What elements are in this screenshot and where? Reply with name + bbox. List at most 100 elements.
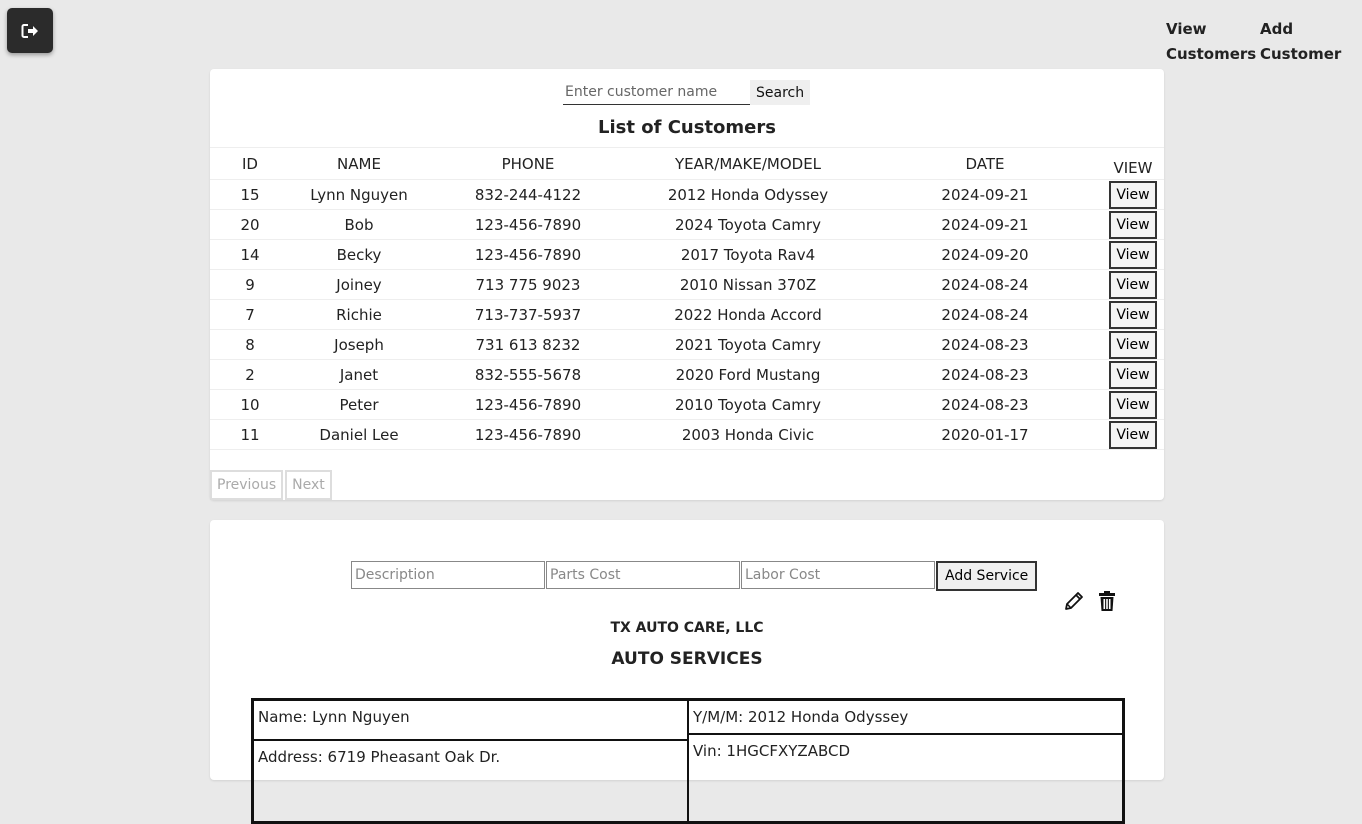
cell-name: Daniel Lee: [290, 419, 428, 450]
cell-view: View: [1102, 419, 1164, 450]
table-header-row: ID NAME PHONE YEAR/MAKE/MODEL DATE VIEW: [210, 147, 1164, 180]
cell-date: 2024-08-24: [868, 299, 1102, 330]
cell-view: View: [1102, 359, 1164, 390]
view-button[interactable]: View: [1109, 361, 1157, 389]
info-col-left: Name: Lynn Nguyen Address: 6719 Pheasant…: [254, 701, 689, 821]
customer-info-box: Name: Lynn Nguyen Address: 6719 Pheasant…: [251, 698, 1125, 824]
table-body: 15 Lynn Nguyen 832-244-4122 2012 Honda Odys…: [210, 179, 1164, 450]
search-input[interactable]: [563, 80, 750, 105]
next-button[interactable]: Next: [285, 470, 332, 500]
nav-view-customers-line1: View: [1166, 20, 1207, 38]
service-form: Add Service: [351, 561, 1038, 591]
logout-button[interactable]: [7, 8, 53, 53]
info-name: Name: Lynn Nguyen: [254, 701, 687, 741]
description-input[interactable]: [351, 561, 545, 589]
cell-id: 9: [210, 269, 290, 300]
view-button[interactable]: View: [1109, 301, 1157, 329]
cell-id: 15: [210, 179, 290, 210]
view-button[interactable]: View: [1109, 211, 1157, 239]
customer-table: ID NAME PHONE YEAR/MAKE/MODEL DATE VIEW …: [210, 147, 1164, 450]
nav-add-customer[interactable]: Add Customer: [1260, 17, 1342, 67]
cell-date: 2024-09-20: [868, 239, 1102, 270]
cell-view: View: [1102, 299, 1164, 330]
header-vehicle: YEAR/MAKE/MODEL: [628, 147, 868, 180]
cell-date: 2024-08-23: [868, 329, 1102, 360]
parts-cost-input[interactable]: [546, 561, 740, 589]
cell-id: 8: [210, 329, 290, 360]
table-row: 14 Becky 123-456-7890 2017 Toyota Rav4 2024-…: [210, 239, 1164, 270]
table-row: 15 Lynn Nguyen 832-244-4122 2012 Honda Odys…: [210, 179, 1164, 210]
cell-date: 2020-01-17: [868, 419, 1102, 450]
cell-date: 2024-09-21: [868, 209, 1102, 240]
cell-view: View: [1102, 209, 1164, 240]
delete-button[interactable]: [1097, 590, 1121, 614]
search-bar: Search: [563, 80, 811, 105]
header-view: VIEW: [1102, 147, 1164, 180]
cell-id: 11: [210, 419, 290, 450]
cell-date: 2024-09-21: [868, 179, 1102, 210]
nav-view-customers-line2: Customers: [1166, 45, 1257, 63]
company-name: TX AUTO CARE, LLC: [610, 620, 764, 636]
cell-phone: 832-555-5678: [428, 359, 628, 390]
info-ymm: Y/M/M: 2012 Honda Odyssey: [689, 701, 1122, 735]
logout-icon: [21, 23, 38, 38]
table-row: 9 Joiney 713 775 9023 2010 Nissan 370Z 2024-…: [210, 269, 1164, 300]
header-date: DATE: [868, 147, 1102, 180]
cell-vehicle: 2010 Toyota Camry: [628, 389, 868, 420]
view-button[interactable]: View: [1109, 391, 1157, 419]
cell-name: Bob: [290, 209, 428, 240]
trash-icon: [1099, 591, 1115, 611]
cell-name: Becky: [290, 239, 428, 270]
cell-date: 2024-08-24: [868, 269, 1102, 300]
cell-view: View: [1102, 389, 1164, 420]
table-row: 8 Joseph 731 613 8232 2021 Toyota Camry 2024…: [210, 329, 1164, 360]
header-id: ID: [210, 147, 290, 180]
customer-list-card: Search List of Customers ID NAME PHONE Y…: [210, 69, 1164, 500]
pagination: Previous Next: [210, 470, 332, 500]
nav-view-customers[interactable]: View Customers: [1166, 17, 1257, 67]
view-button[interactable]: View: [1109, 331, 1157, 359]
cell-name: Joiney: [290, 269, 428, 300]
table-row: 7 Richie 713-737-5937 2022 Honda Accord 2024…: [210, 299, 1164, 330]
cell-vehicle: 2003 Honda Civic: [628, 419, 868, 450]
view-button[interactable]: View: [1109, 421, 1157, 449]
cell-vehicle: 2010 Nissan 370Z: [628, 269, 868, 300]
cell-phone: 123-456-7890: [428, 389, 628, 420]
view-button[interactable]: View: [1109, 271, 1157, 299]
cell-phone: 123-456-7890: [428, 239, 628, 270]
cell-phone: 731 613 8232: [428, 329, 628, 360]
table-row: 10 Peter 123-456-7890 2010 Toyota Camry 2024…: [210, 389, 1164, 420]
search-button[interactable]: Search: [750, 80, 811, 105]
pencil-icon: [1065, 592, 1083, 610]
cell-name: Janet: [290, 359, 428, 390]
cell-name: Peter: [290, 389, 428, 420]
cell-vehicle: 2024 Toyota Camry: [628, 209, 868, 240]
cell-name: Joseph: [290, 329, 428, 360]
header-name: NAME: [290, 147, 428, 180]
top-nav: View Customers Add Customer: [1166, 17, 1342, 67]
service-card: Add Service TX AUTO CARE, LLC AUTO SERVI…: [210, 520, 1164, 824]
info-address: Address: 6719 Pheasant Oak Dr.: [258, 748, 501, 766]
previous-button[interactable]: Previous: [210, 470, 284, 500]
cell-vehicle: 2022 Honda Accord: [628, 299, 868, 330]
cell-name: Richie: [290, 299, 428, 330]
labor-cost-input[interactable]: [741, 561, 935, 589]
edit-button[interactable]: [1063, 590, 1087, 614]
header-phone: PHONE: [428, 147, 628, 180]
cell-date: 2024-08-23: [868, 359, 1102, 390]
cell-phone: 123-456-7890: [428, 209, 628, 240]
view-button[interactable]: View: [1109, 241, 1157, 269]
cell-view: View: [1102, 329, 1164, 360]
table-row: 2 Janet 832-555-5678 2020 Ford Mustang 2024-…: [210, 359, 1164, 390]
cell-phone: 713 775 9023: [428, 269, 628, 300]
cell-id: 20: [210, 209, 290, 240]
services-title: AUTO SERVICES: [611, 649, 763, 669]
info-col-right: Y/M/M: 2012 Honda Odyssey Vin: 1HGCFXYZA…: [689, 701, 1122, 821]
table-row: 11 Daniel Lee 123-456-7890 2003 Honda Civic…: [210, 419, 1164, 450]
add-service-button[interactable]: Add Service: [936, 561, 1038, 591]
info-vin: Vin: 1HGCFXYZABCD: [693, 742, 851, 760]
cell-view: View: [1102, 239, 1164, 270]
nav-add-customer-line2: Customer: [1260, 45, 1342, 63]
view-button[interactable]: View: [1109, 181, 1157, 209]
cell-id: 7: [210, 299, 290, 330]
